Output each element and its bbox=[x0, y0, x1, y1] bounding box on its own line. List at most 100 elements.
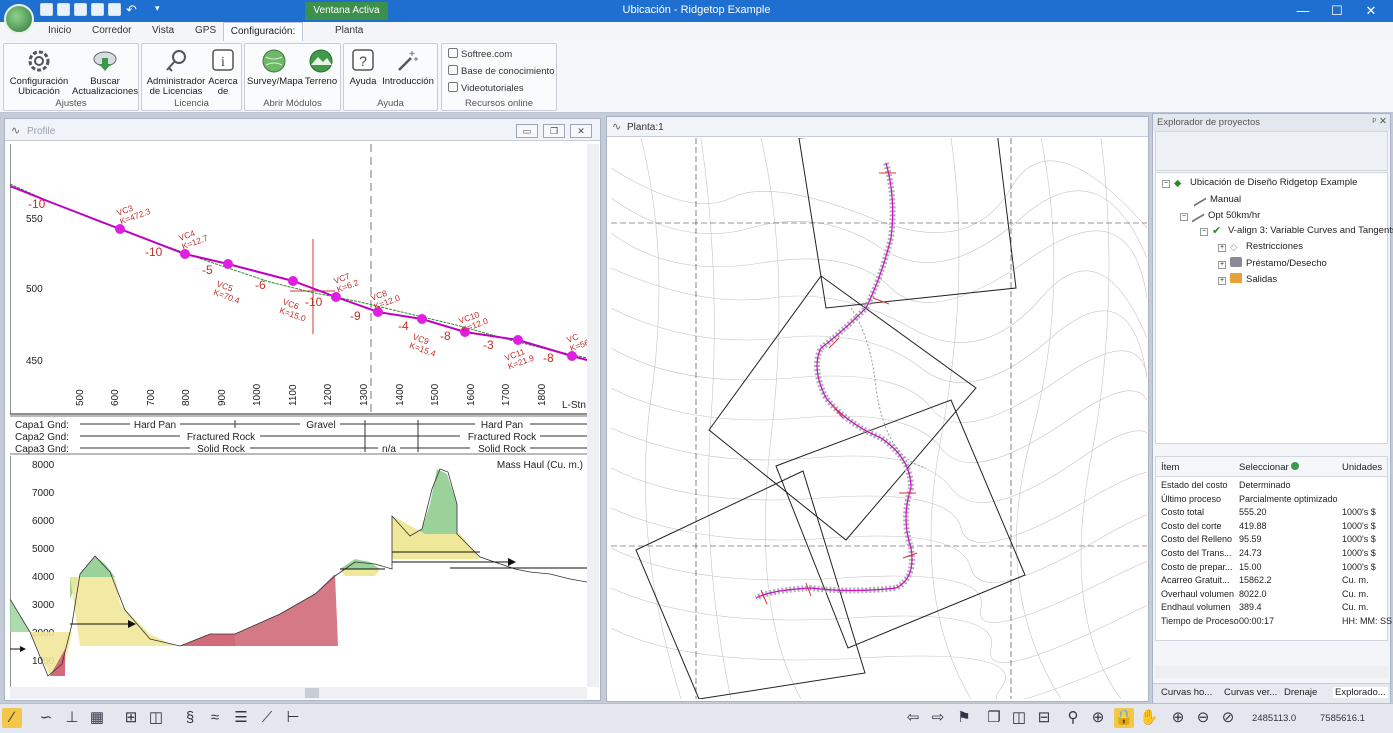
plan-canvas[interactable] bbox=[611, 138, 1147, 699]
drainage-tool-icon[interactable]: § bbox=[180, 708, 200, 728]
property-row[interactable]: Endhaul volumen 389.4 Cu. m. bbox=[1156, 601, 1387, 615]
lines-tool-icon[interactable]: ☰ bbox=[231, 708, 251, 728]
vc-point[interactable] bbox=[513, 335, 523, 345]
curve-tool-icon[interactable]: ∽ bbox=[36, 708, 56, 728]
expand-icon[interactable]: + bbox=[1218, 261, 1226, 269]
zoom-extents-icon[interactable]: ⊘ bbox=[1218, 708, 1238, 728]
property-item: Acarreo Gratuit... bbox=[1161, 575, 1230, 586]
tree-root[interactable]: − ◆ Ubicación de Diseño Ridgetop Example bbox=[1162, 177, 1357, 189]
app-logo-icon[interactable] bbox=[4, 4, 34, 34]
property-row[interactable]: Costo del corte 419.88 1000's $ bbox=[1156, 520, 1387, 534]
plan-window[interactable]: ∿ Planta:1 bbox=[606, 116, 1149, 702]
softree-link[interactable]: Softree.com bbox=[448, 48, 512, 60]
properties-grid[interactable]: Ítem Seleccionar Unidades Estado del cos… bbox=[1155, 456, 1392, 641]
tab-configuracion[interactable]: Configuración: bbox=[223, 22, 303, 41]
introduccion-button[interactable]: Introducción bbox=[380, 46, 436, 87]
tab-gps[interactable]: GPS bbox=[195, 25, 216, 36]
acerca-de-button[interactable]: i Acerca de bbox=[206, 46, 240, 97]
profile-canvas[interactable]: 550 500 450 500 600 700 800 900 1000 110… bbox=[10, 144, 587, 687]
col-header-units: Unidades bbox=[1342, 462, 1383, 473]
tab-explorador[interactable]: Explorado... bbox=[1333, 687, 1388, 698]
close-explorer-button[interactable]: ✕ bbox=[1379, 116, 1387, 127]
buscar-actualizaciones-button[interactable]: Buscar Actualizaciones bbox=[72, 46, 138, 97]
collapse-icon[interactable]: − bbox=[1162, 180, 1170, 188]
wave-tool-icon[interactable]: ≈ bbox=[205, 708, 225, 728]
tree-tool-icon[interactable]: ⊢ bbox=[283, 708, 303, 728]
tree-item-prestamo[interactable]: + Préstamo/Desecho bbox=[1218, 257, 1327, 269]
explorer-horizontal-scrollbar[interactable] bbox=[1155, 666, 1388, 678]
minimize-button[interactable]: — bbox=[1288, 2, 1318, 20]
tab-corredor[interactable]: Corredor bbox=[92, 25, 131, 36]
tree-item-manual[interactable]: Manual bbox=[1194, 189, 1241, 207]
property-row[interactable]: Costo del Relleno 95.59 1000's $ bbox=[1156, 533, 1387, 547]
windows-cascade-icon[interactable]: ❐ bbox=[984, 708, 1004, 728]
table-tool-icon[interactable]: ▦ bbox=[87, 708, 107, 728]
tile-vertical-icon[interactable]: ◫ bbox=[1009, 708, 1029, 728]
tree-item-salidas[interactable]: + Salidas bbox=[1218, 273, 1277, 285]
profile-drawing[interactable]: 550 500 450 500 600 700 800 900 1000 110… bbox=[10, 144, 587, 687]
col-header-select[interactable]: Seleccionar bbox=[1239, 462, 1289, 473]
vertical-scrollbar[interactable] bbox=[587, 144, 599, 687]
profile-window[interactable]: ∿ Profile ▭ ❐ ✕ 550 500 450 500 600 700 … bbox=[4, 118, 601, 701]
property-row[interactable]: Costo de prepar... 15.00 1000's $ bbox=[1156, 561, 1387, 575]
measure-tool-icon[interactable]: ⟋ bbox=[257, 708, 277, 728]
close-pane-button[interactable]: ✕ bbox=[570, 124, 592, 138]
layout-tool-icon[interactable]: ⊞ bbox=[121, 708, 141, 728]
project-tree[interactable]: − ◆ Ubicación de Diseño Ridgetop Example M… bbox=[1155, 172, 1393, 444]
vc-point[interactable] bbox=[288, 276, 298, 286]
tree-item-opt[interactable]: − Opt 50km/hr bbox=[1180, 205, 1260, 223]
property-row[interactable]: Estado del costo Determinado bbox=[1156, 479, 1387, 493]
tab-planta[interactable]: Planta bbox=[335, 25, 363, 36]
property-row[interactable]: Último proceso Parcialmente optimizado bbox=[1156, 493, 1387, 507]
terreno-button[interactable]: Terreno bbox=[302, 46, 340, 87]
maximize-button[interactable]: ☐ bbox=[1322, 2, 1352, 20]
group-label: Recursos online bbox=[464, 98, 534, 109]
minimize-pane-button[interactable]: ▭ bbox=[516, 124, 538, 138]
tab-vista[interactable]: Vista bbox=[152, 25, 174, 36]
horizontal-scrollbar[interactable] bbox=[10, 687, 587, 699]
restore-pane-button[interactable]: ❐ bbox=[543, 124, 565, 138]
tab-curvas-horizontales[interactable]: Curvas ho... bbox=[1161, 687, 1212, 698]
zoom-out-icon[interactable]: ⊖ bbox=[1193, 708, 1213, 728]
plan-icon: ∿ bbox=[612, 121, 622, 133]
zoom-icon[interactable]: ⚲ bbox=[1063, 708, 1083, 728]
tab-curvas-verticales[interactable]: Curvas ver... bbox=[1224, 687, 1277, 698]
expand-icon[interactable]: + bbox=[1218, 277, 1226, 285]
tile-horizontal-icon[interactable]: ⊟ bbox=[1034, 708, 1054, 728]
ayuda-button[interactable]: ? Ayuda bbox=[346, 46, 380, 87]
expand-icon[interactable]: + bbox=[1218, 244, 1226, 252]
tree-item-valign[interactable]: − ✔ V-align 3: Variable Curves and Tangent… bbox=[1200, 225, 1393, 237]
previous-arrow-icon[interactable]: ⇦ bbox=[903, 708, 923, 728]
box-tool-icon[interactable]: ◫ bbox=[146, 708, 166, 728]
next-arrow-icon[interactable]: ⇨ bbox=[928, 708, 948, 728]
lock-icon[interactable]: 🔒 bbox=[1114, 708, 1134, 728]
administrador-licencias-button[interactable]: Administrador de Licencias bbox=[144, 46, 208, 97]
tree-item-restricciones[interactable]: + ◇ Restricciones bbox=[1218, 241, 1303, 253]
zoom-window-icon[interactable]: ⊕ bbox=[1088, 708, 1108, 728]
zoom-in-icon[interactable]: ⊕ bbox=[1168, 708, 1188, 728]
close-button[interactable]: ✕ bbox=[1356, 2, 1386, 20]
layer-segment: Hard Pan bbox=[134, 420, 176, 431]
tree-label: V-align 3: Variable Curves and Tangents bbox=[1228, 225, 1393, 236]
scroll-thumb[interactable] bbox=[305, 688, 319, 698]
draw-alignment-tool-icon[interactable]: ∕ bbox=[2, 708, 22, 728]
pin-icon[interactable]: ᵖ bbox=[1372, 116, 1376, 127]
property-row[interactable]: Tiempo de Proceso 00:00:17 HH: MM: SS bbox=[1156, 615, 1392, 629]
section-tool-icon[interactable]: ⊥ bbox=[62, 708, 82, 728]
configuracion-ubicacion-button[interactable]: Configuración Ubicación bbox=[6, 46, 72, 97]
property-row[interactable]: Costo del Trans... 24.73 1000's $ bbox=[1156, 547, 1387, 561]
survey-mapa-button[interactable]: Survey/Mapa bbox=[247, 46, 303, 87]
base-conocimiento-link[interactable]: Base de conocimiento bbox=[448, 65, 554, 77]
tab-inicio[interactable]: Inicio bbox=[48, 25, 71, 36]
vc-point[interactable] bbox=[223, 259, 233, 269]
videotutoriales-link[interactable]: Videotutoriales bbox=[448, 82, 524, 94]
collapse-icon[interactable]: − bbox=[1180, 213, 1188, 221]
collapse-icon[interactable]: − bbox=[1200, 228, 1208, 236]
property-row[interactable]: Costo total 555.20 1000's $ bbox=[1156, 506, 1387, 520]
tab-drenaje[interactable]: Drenaje bbox=[1284, 687, 1317, 698]
property-row[interactable]: Acarreo Gratuit... 15862.2 Cu. m. bbox=[1156, 574, 1387, 588]
vc-point[interactable] bbox=[417, 314, 427, 324]
pan-hand-icon[interactable]: ✋ bbox=[1139, 708, 1159, 728]
property-row[interactable]: Overhaul volumen 8022.0 Cu. m. bbox=[1156, 588, 1387, 602]
flag-icon[interactable]: ⚑ bbox=[954, 708, 974, 728]
